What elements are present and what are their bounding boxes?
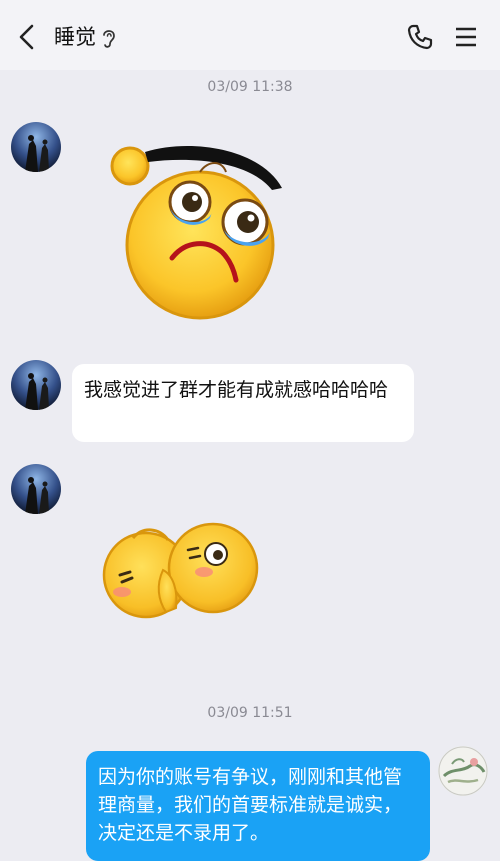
hugging-faces-sticker[interactable] <box>98 520 263 620</box>
sender-avatar[interactable] <box>11 122 61 172</box>
message-timestamp: 03/09 11:38 <box>207 79 293 95</box>
menu-icon[interactable] <box>455 26 477 48</box>
outgoing-message-bubble[interactable]: 因为你的账号有争议，刚刚和其他管理商量，我们的首要标准就是诚实，决定还是不录用了… <box>86 751 430 861</box>
chat-header: 睡觉 <box>0 0 500 70</box>
message-timestamp: 03/09 11:51 <box>207 705 293 721</box>
back-icon[interactable] <box>14 23 40 51</box>
crying-face-sticker[interactable] <box>100 140 290 325</box>
incoming-message-bubble[interactable]: 我感觉进了群才能有成就感哈哈哈哈 <box>72 364 414 442</box>
phone-icon[interactable] <box>406 23 434 51</box>
chat-title: 睡觉 <box>54 25 96 49</box>
ear-icon <box>103 30 115 48</box>
own-avatar[interactable] <box>438 746 488 796</box>
sender-avatar[interactable] <box>11 360 61 410</box>
sender-avatar[interactable] <box>11 464 61 514</box>
